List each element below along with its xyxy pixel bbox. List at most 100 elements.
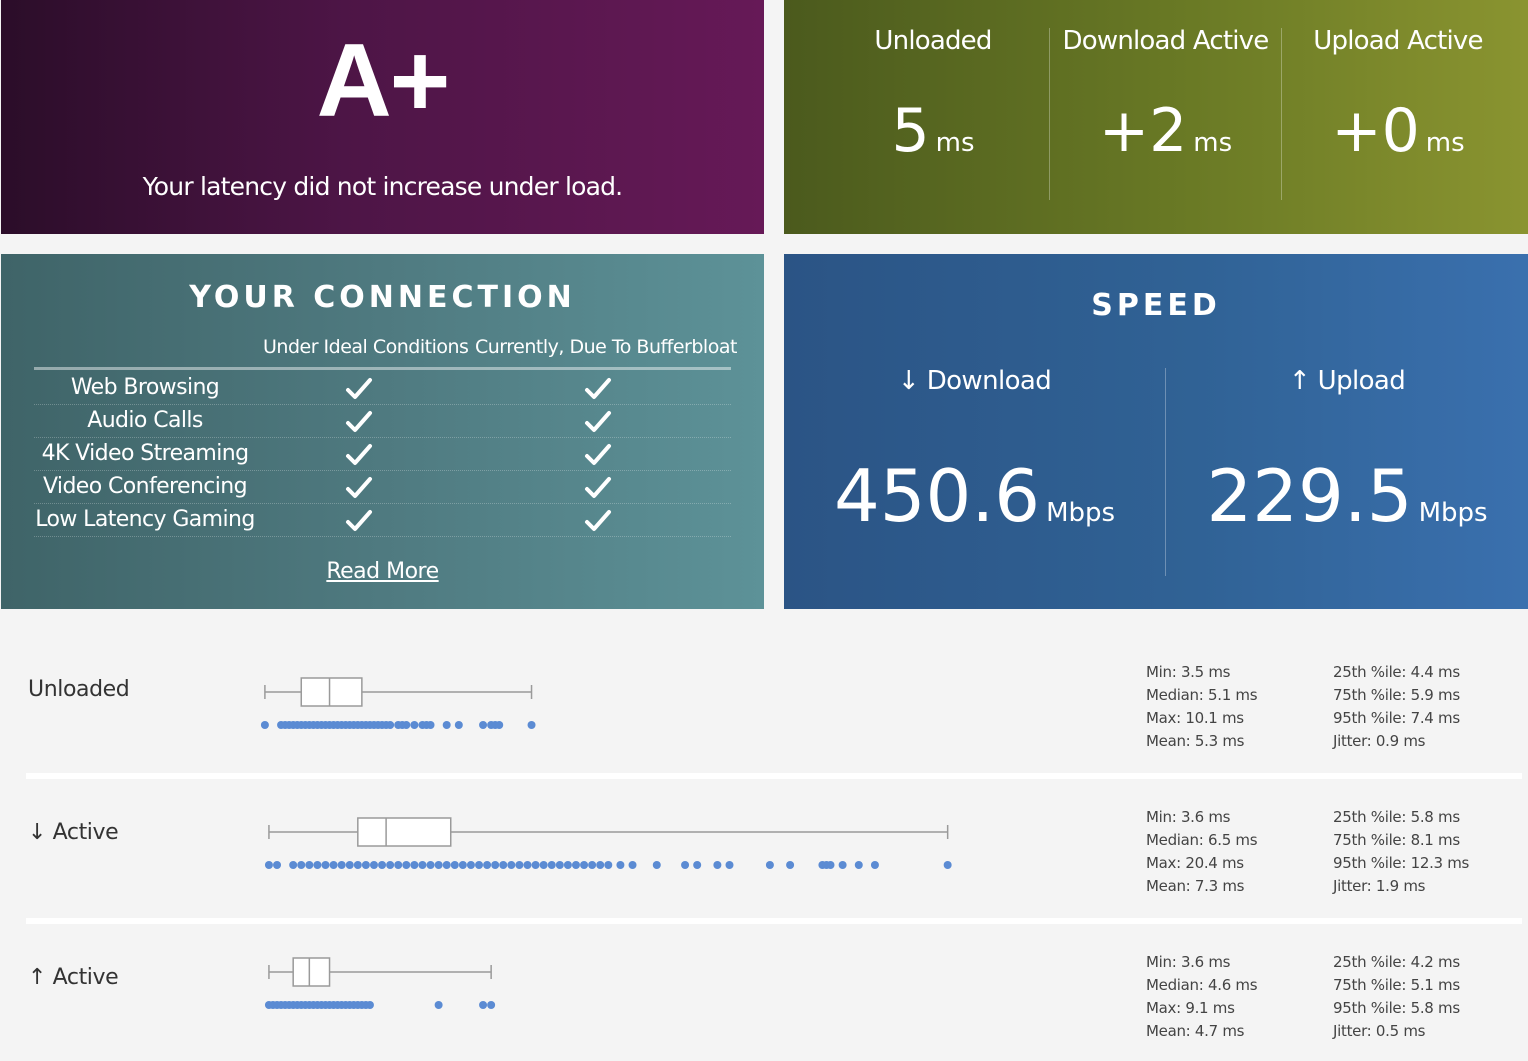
download-value: 450.6 Mbps (784, 454, 1165, 538)
sample-point (442, 861, 451, 869)
sample-point (523, 861, 532, 869)
stat-max: Max: 10.1 ms (1146, 709, 1244, 727)
stat-jitter: Jitter: 1.9 ms (1333, 877, 1426, 895)
stat-mean: Mean: 7.3 ms (1146, 877, 1245, 895)
sample-point (466, 861, 475, 869)
sample-point (539, 861, 548, 869)
stat-jitter: Jitter: 0.9 ms (1333, 732, 1426, 750)
stat-p75: 75th %ile: 5.9 ms (1333, 686, 1460, 704)
row-separator (26, 918, 1522, 924)
sample-point (305, 861, 314, 869)
sample-point (943, 861, 952, 869)
sample-point (289, 861, 298, 869)
upload-unit: Mbps (1418, 498, 1488, 528)
boxplot-upload-active (264, 957, 496, 1009)
sample-point (410, 721, 419, 729)
sample-point (507, 861, 516, 869)
stat-min: Min: 3.6 ms (1146, 953, 1231, 971)
latency-unit: ms (1193, 128, 1233, 158)
connection-row-label: Low Latency Gaming (35, 507, 255, 532)
sample-point (353, 861, 362, 869)
sample-point (418, 861, 427, 869)
sample-point (870, 861, 879, 869)
check-icon (346, 477, 372, 498)
sample-point (765, 861, 774, 869)
stat-max: Max: 20.4 ms (1146, 854, 1244, 872)
sample-point (826, 861, 835, 869)
upload-value: 229.5 Mbps (1166, 454, 1528, 538)
sample-point (616, 861, 625, 869)
connection-row: Low Latency Gaming (34, 504, 731, 537)
sample-point (434, 1001, 443, 1009)
connection-row-label: Audio Calls (87, 408, 203, 433)
sample-point (386, 721, 395, 729)
sample-point (337, 861, 346, 869)
box-iqr (357, 817, 452, 847)
grade-value: A+ (316, 23, 451, 139)
sample-point (386, 861, 395, 869)
latency-value: 5 ms (817, 96, 1049, 166)
check-icon (585, 510, 611, 531)
connection-row-label: Web Browsing (70, 375, 220, 400)
stat-p25: 25th %ile: 4.4 ms (1333, 663, 1460, 681)
boxplot-unloaded (260, 677, 536, 729)
grade-message: Your latency did not increase under load… (142, 172, 623, 201)
sample-point (527, 721, 536, 729)
stat-min: Min: 3.6 ms (1146, 808, 1231, 826)
latency-panel: Unloaded 5 ms Download Active +2 ms Upload… (784, 0, 1528, 234)
sample-point (365, 1001, 374, 1009)
speed-panel: SPEED ↓ Download 450.6 Mbps ↑ Upload 229.… (784, 254, 1528, 609)
stat-p95: 95th %ile: 12.3 ms (1333, 854, 1470, 872)
sample-point (681, 861, 690, 869)
stat-max: Max: 9.1 ms (1146, 999, 1235, 1017)
check-icon (585, 378, 611, 399)
sample-point (499, 861, 508, 869)
check-icon (346, 510, 372, 531)
connection-row: Web Browsing (34, 372, 731, 405)
sample-point (693, 861, 702, 869)
stat-p95: 95th %ile: 7.4 ms (1333, 709, 1460, 727)
distribution-row-unloaded: Unloaded Min: 3.5 ms Median: 5.1 ms Max:… (0, 647, 1528, 792)
sample-point (838, 861, 847, 869)
stat-p75: 75th %ile: 8.1 ms (1333, 831, 1460, 849)
read-more-link[interactable]: Read More (1, 559, 764, 584)
stat-p25: 25th %ile: 4.2 ms (1333, 953, 1460, 971)
latency-unloaded: Unloaded 5 ms (817, 0, 1049, 234)
check-icon (585, 411, 611, 432)
sample-point (329, 861, 338, 869)
stats-right: 25th %ile: 5.8 ms 75th %ile: 8.1 ms 95th… (1333, 806, 1469, 898)
sample-point (321, 861, 330, 869)
sample-point (297, 861, 306, 869)
stats-right: 25th %ile: 4.2 ms 75th %ile: 5.1 ms 95th… (1333, 951, 1460, 1043)
stat-mean: Mean: 5.3 ms (1146, 732, 1245, 750)
sample-point (487, 1001, 496, 1009)
sample-point (260, 721, 269, 729)
latency-unit: ms (935, 128, 975, 158)
sample-point (571, 861, 580, 869)
sample-point (628, 861, 637, 869)
connection-panel: YOUR CONNECTION Under Ideal Conditions C… (1, 254, 764, 609)
upload-number: 229.5 (1206, 454, 1413, 538)
latency-number: +0 (1331, 96, 1420, 166)
sample-point (450, 861, 459, 869)
upload-label: ↑ Upload (1288, 366, 1406, 396)
stats-left: Min: 3.6 ms Median: 6.5 ms Max: 20.4 ms … (1146, 806, 1258, 898)
sample-point (378, 861, 387, 869)
stat-min: Min: 3.5 ms (1146, 663, 1231, 681)
connection-row: Video Conferencing (34, 471, 731, 504)
stat-p25: 25th %ile: 5.8 ms (1333, 808, 1460, 826)
stats-left: Min: 3.5 ms Median: 5.1 ms Max: 10.1 ms … (1146, 661, 1258, 753)
sample-point (725, 861, 734, 869)
sample-point (345, 861, 354, 869)
latency-value: +0 ms (1282, 96, 1514, 166)
row-separator (26, 773, 1522, 779)
sample-point (434, 861, 443, 869)
connection-row: 4K Video Streaming (34, 438, 731, 471)
box-iqr (300, 677, 363, 707)
sample-point (483, 861, 492, 869)
sample-point (786, 861, 795, 869)
check-icon (346, 378, 372, 399)
latency-download-active: Download Active +2 ms (1050, 0, 1281, 234)
latency-label: Unloaded (874, 26, 992, 56)
sample-point (454, 721, 463, 729)
